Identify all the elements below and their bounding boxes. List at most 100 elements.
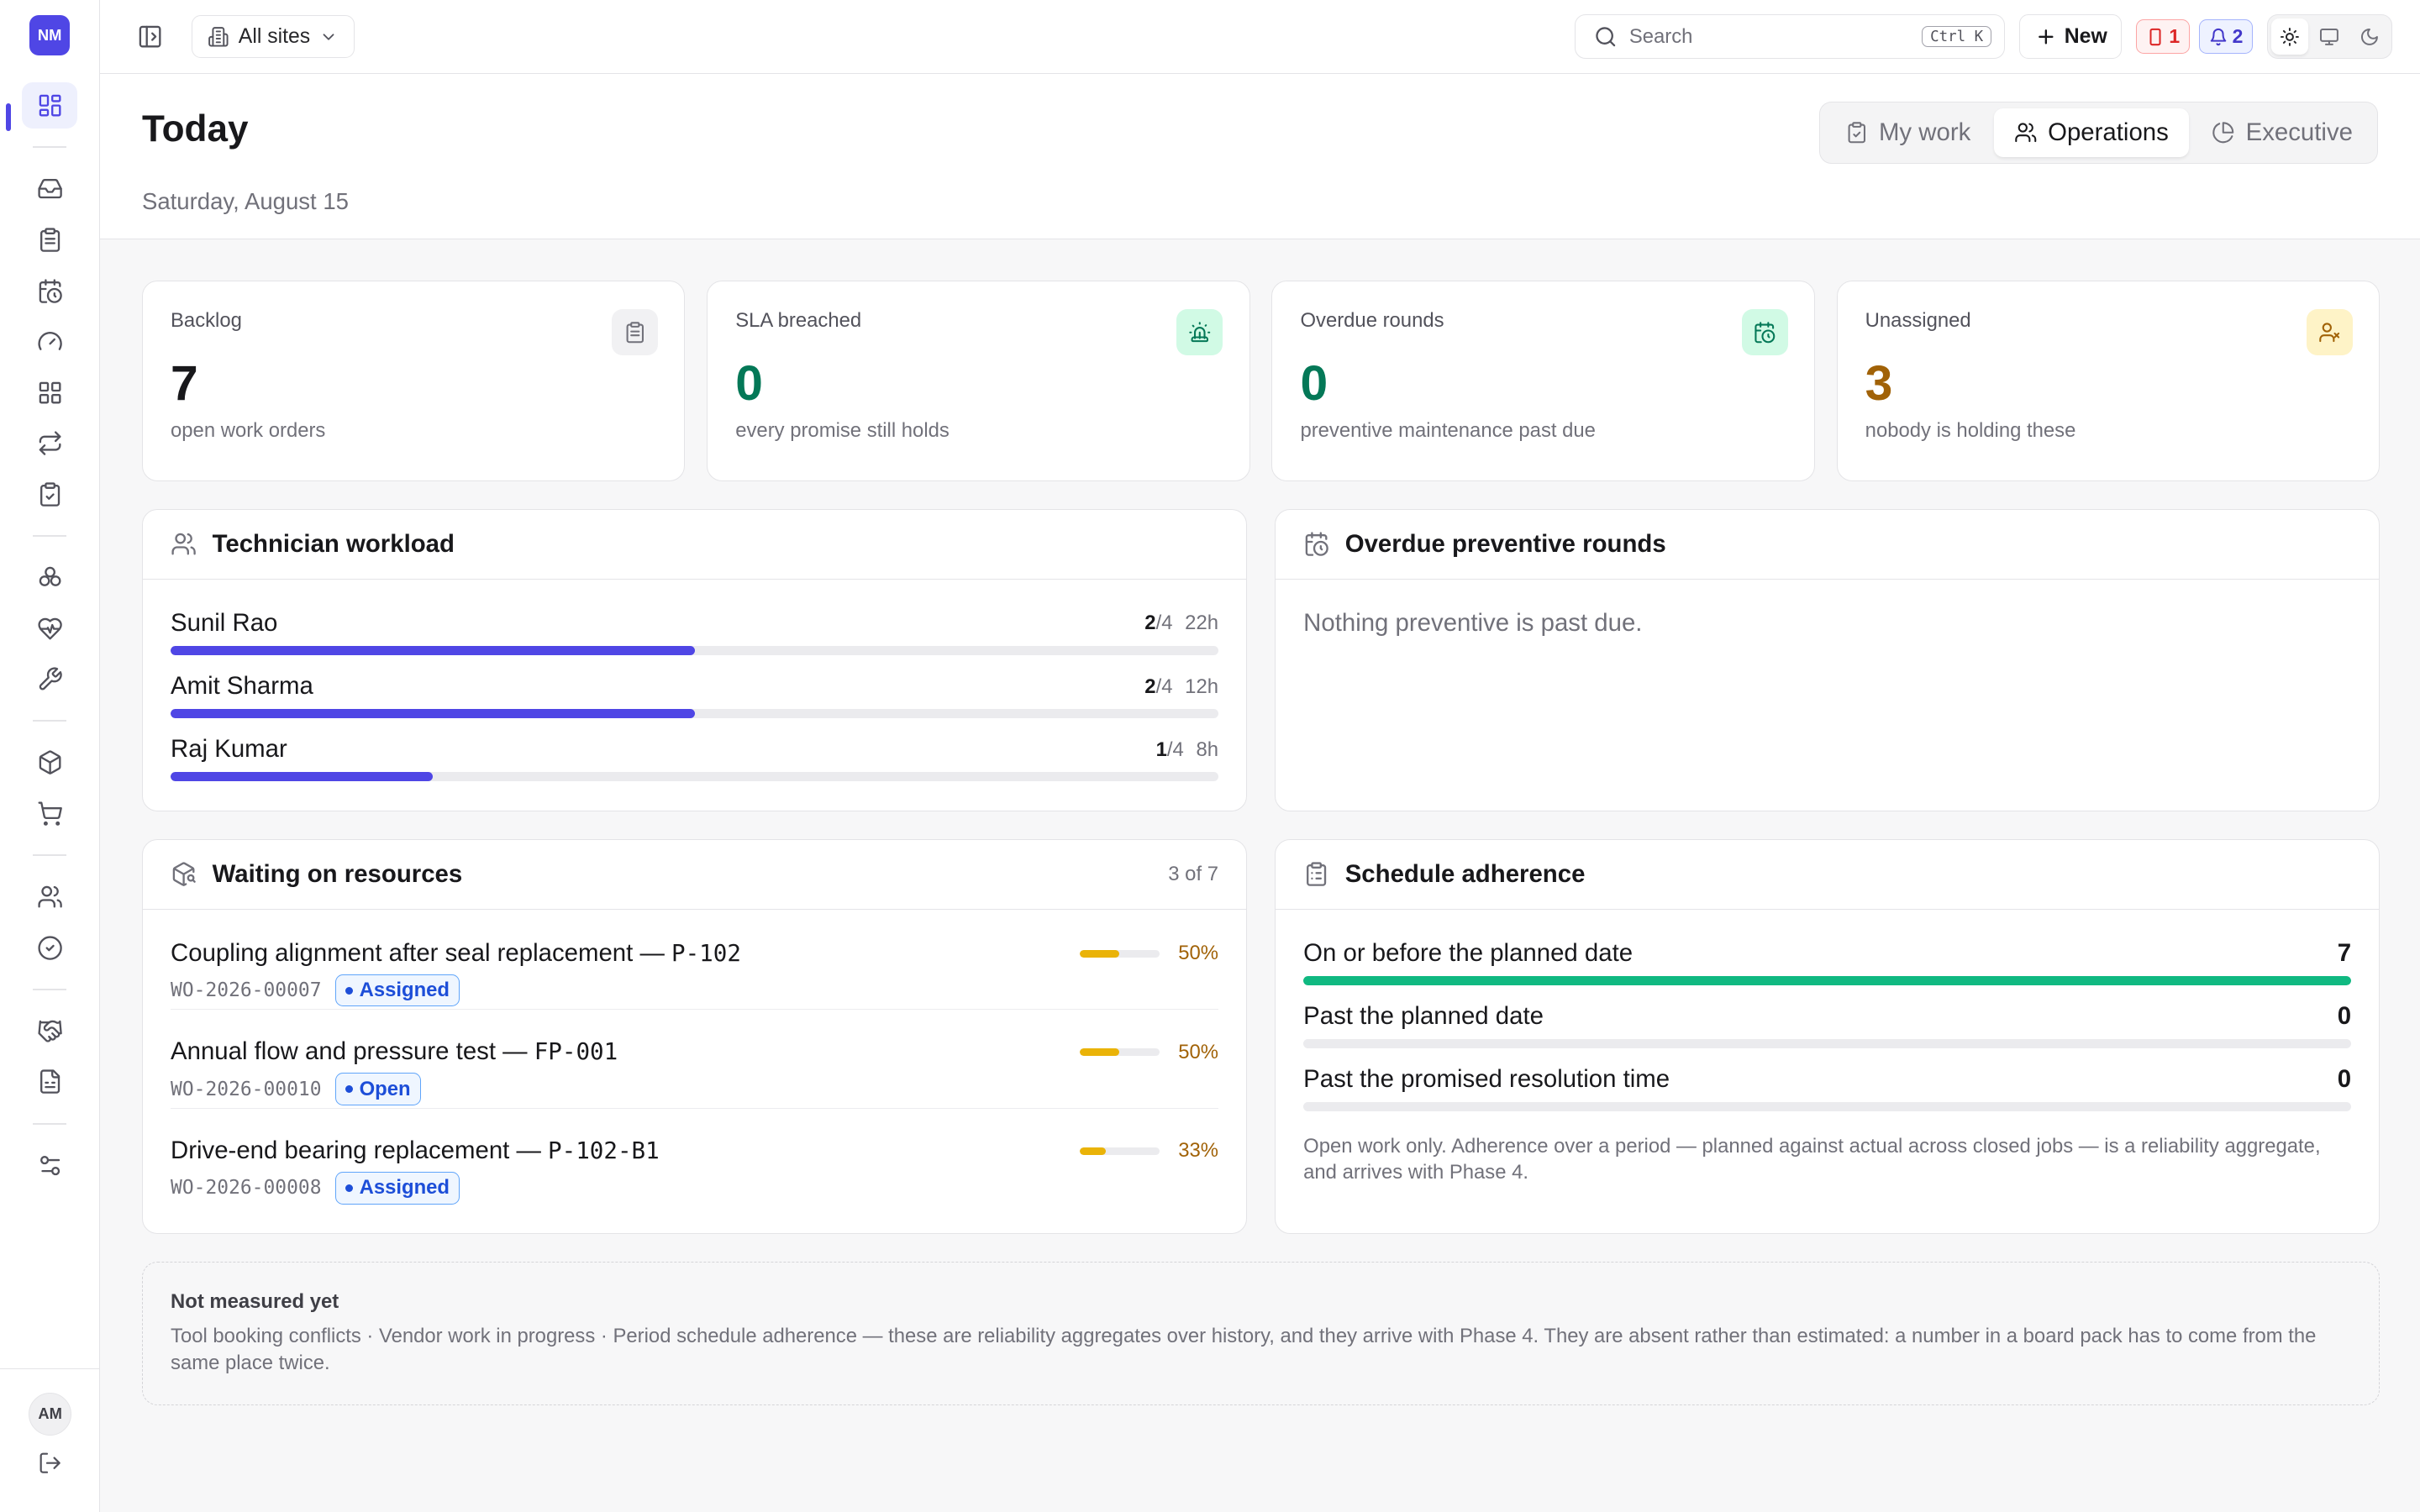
nav-health[interactable]: [22, 606, 77, 652]
nav-meters[interactable]: [22, 318, 77, 365]
kpi-card-overdue-rounds[interactable]: Overdue rounds 0 preventive maintenance …: [1271, 281, 1815, 482]
theme-system-button[interactable]: [2311, 18, 2348, 54]
kpi-card-unassigned[interactable]: Unassigned 3 nobody is holding these: [1836, 281, 2381, 482]
notifications-count: 2: [2232, 25, 2244, 48]
panel-toggle-icon: [139, 25, 161, 48]
adherence-value: 7: [2337, 938, 2352, 967]
kpi-icon-badge: [1176, 309, 1223, 356]
adherence-bar-fill: [1303, 975, 2352, 985]
gauge-icon: [38, 332, 62, 350]
tab-label: Operations: [2048, 118, 2169, 146]
nav-vendors[interactable]: [22, 1008, 77, 1054]
adherence-row: Past the promised resolution time 0: [1303, 1065, 2352, 1121]
progress-percent: 50%: [1178, 942, 1218, 965]
readiness-progress: 50%: [1079, 942, 1218, 965]
nav-separator: [32, 1122, 67, 1125]
nav-work-orders[interactable]: [22, 217, 77, 263]
tab-operations[interactable]: Operations: [1993, 108, 2189, 158]
tab-executive[interactable]: Executive: [2191, 108, 2373, 158]
grid-icon: [39, 381, 61, 404]
technician-row[interactable]: Raj Kumar 1/4 8h: [171, 735, 1218, 790]
nav-reports[interactable]: [22, 1058, 77, 1105]
status-label: Open: [359, 1077, 411, 1100]
readiness-progress: 33%: [1079, 1139, 1218, 1163]
sidebar-nav: [0, 80, 99, 1190]
view-tabs: My work Operations Executive: [1819, 102, 2379, 164]
nav-dashboard[interactable]: [22, 82, 78, 129]
technician-load: 2/4 12h: [1144, 675, 1218, 699]
work-order-row[interactable]: Coupling alignment after seal replacemen…: [171, 911, 1218, 1011]
nav-components[interactable]: [22, 554, 77, 601]
alerts-button[interactable]: 1: [2135, 19, 2191, 54]
nav-separator: [32, 146, 67, 149]
status-dot: [345, 986, 354, 995]
clipboard-check-icon: [39, 482, 60, 507]
monitor-icon: [2320, 28, 2339, 45]
technician-row[interactable]: Amit Sharma 2/4 12h: [171, 672, 1218, 727]
workload-bar-fill: [171, 645, 695, 655]
users-icon: [2014, 123, 2037, 143]
progress-percent: 50%: [1178, 1040, 1218, 1063]
work-order-id: WO-2026-00010: [171, 1078, 322, 1100]
nav-approvals[interactable]: [22, 925, 77, 971]
brand-logo[interactable]: NM: [29, 15, 71, 56]
nav-recurring[interactable]: [22, 420, 77, 466]
user-x-icon: [2318, 323, 2339, 343]
empty-state-text: Nothing preventive is past due.: [1303, 608, 1643, 637]
nav-tools[interactable]: [22, 656, 77, 702]
alert-card-icon: [2149, 28, 2161, 45]
capacity: /4: [1155, 612, 1173, 635]
nav-separator: [32, 854, 67, 857]
kpi-subtitle: nobody is holding these: [1865, 419, 2076, 443]
active-nav-indicator: [6, 103, 11, 132]
progress-fill: [1079, 1147, 1107, 1156]
logout-button[interactable]: [38, 1451, 62, 1475]
status-dot: [345, 1085, 354, 1094]
nav-inspections[interactable]: [22, 471, 77, 517]
users-icon: [171, 533, 196, 555]
sidebar-toggle-button[interactable]: [137, 24, 163, 50]
nav-assets[interactable]: [22, 370, 77, 416]
kpi-card-sla-breached[interactable]: SLA breached 0 every promise still holds: [707, 281, 1250, 482]
nav-inventory[interactable]: [22, 739, 77, 785]
adherence-label: Past the promised resolution time: [1303, 1065, 1670, 1094]
alerts-count: 1: [2169, 25, 2181, 48]
building-icon: [208, 26, 229, 47]
nav-inbox[interactable]: [22, 165, 77, 212]
theme-light-button[interactable]: [2270, 18, 2308, 55]
tab-label: My work: [1878, 118, 1971, 146]
technician-row[interactable]: Sunil Rao 2/4 22h: [171, 609, 1218, 664]
work-order-title: Annual flow and pressure test — FP-001: [171, 1037, 618, 1066]
nav-settings[interactable]: [22, 1142, 77, 1189]
adherence-row: On or before the planned date 7: [1303, 938, 2352, 995]
handshake-icon: [37, 1020, 62, 1042]
status-badge: Assigned: [335, 1172, 460, 1205]
user-avatar[interactable]: AM: [28, 1392, 72, 1436]
adherence-bar: [1303, 1102, 2352, 1112]
adherence-label: Past the planned date: [1303, 1001, 1544, 1030]
calendar-clock-icon: [1305, 532, 1328, 557]
nav-purchasing[interactable]: [22, 790, 77, 837]
kpi-value: 3: [1865, 356, 1893, 412]
logout-icon: [39, 1453, 60, 1474]
kpi-card-backlog[interactable]: Backlog 7 open work orders: [141, 281, 686, 482]
tab-my-work[interactable]: My work: [1825, 108, 1991, 158]
nav-people[interactable]: [22, 874, 77, 920]
nav-schedule[interactable]: [22, 268, 77, 314]
new-button[interactable]: New: [2018, 13, 2123, 60]
workload-bar: [171, 645, 1218, 655]
work-order-title: Drive-end bearing replacement — P-102-B1: [171, 1137, 660, 1165]
theme-dark-button[interactable]: [2351, 18, 2388, 54]
notifications-button[interactable]: 2: [2199, 19, 2254, 54]
assigned-count: 1: [1155, 738, 1167, 761]
status-dot: [345, 1184, 354, 1192]
site-selector[interactable]: All sites: [191, 14, 355, 59]
kpi-subtitle: open work orders: [171, 419, 326, 443]
package-icon: [39, 750, 61, 775]
search-input[interactable]: Search Ctrl K: [1574, 13, 2006, 60]
work-order-row[interactable]: Annual flow and pressure test — FP-001 W…: [171, 1010, 1218, 1109]
work-order-row[interactable]: Drive-end bearing replacement — P-102-B1…: [171, 1109, 1218, 1208]
panel-header: Technician workload: [142, 510, 1247, 580]
kpi-value: 0: [1300, 356, 1328, 412]
technician-name: Raj Kumar: [171, 735, 287, 764]
